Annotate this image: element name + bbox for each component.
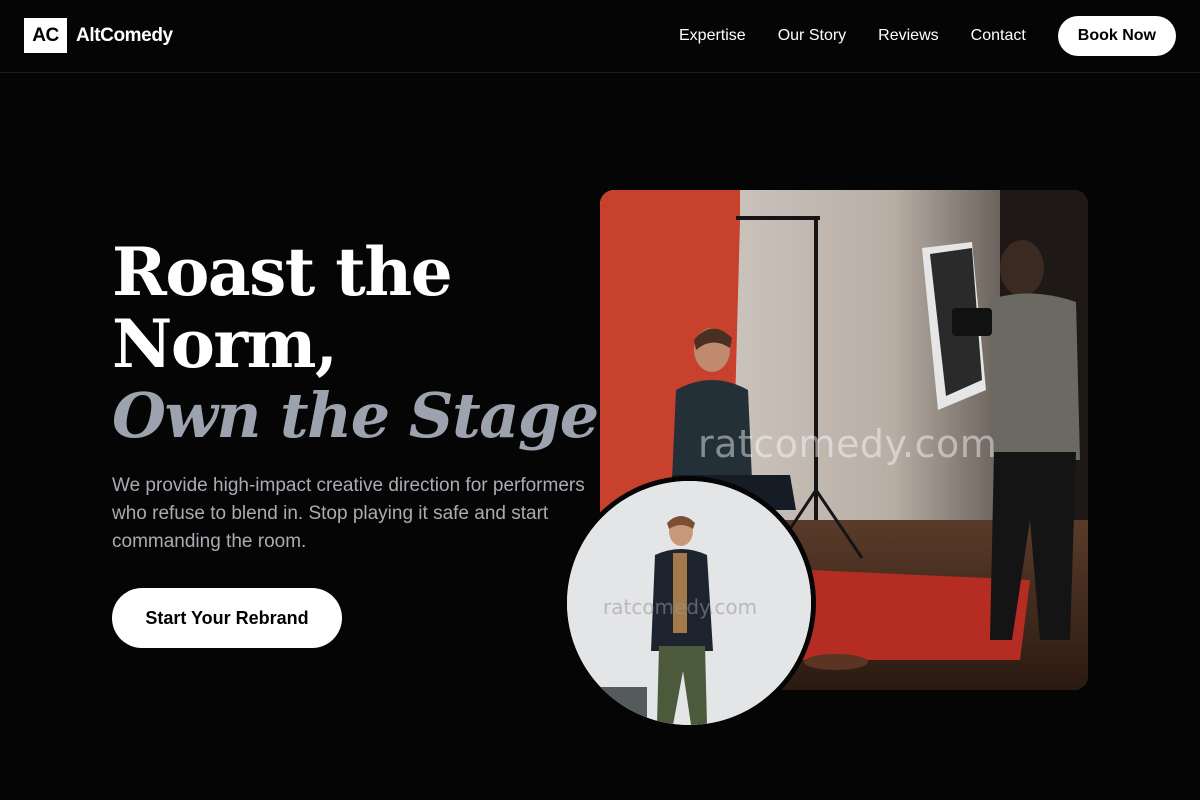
nav-link-expertise[interactable]: Expertise [679, 16, 746, 56]
headline-line-1: Roast the [112, 233, 453, 311]
nav-link-contact[interactable]: Contact [971, 16, 1026, 56]
headline-line-2: Norm, [112, 305, 338, 383]
nav-link-reviews[interactable]: Reviews [878, 16, 938, 56]
hero-headline: Roast the Norm, Own the Stage. [112, 233, 619, 452]
book-now-button[interactable]: Book Now [1057, 16, 1176, 56]
inset-portrait: ratcomedy.com [562, 476, 816, 730]
main-nav: Expertise Our Story Reviews Contact Book… [679, 16, 1176, 56]
site-header: AC AltComedy Expertise Our Story Reviews… [0, 0, 1200, 73]
headline-accent: Own the Stage. [112, 379, 619, 452]
inset-watermark: ratcomedy.com [603, 595, 758, 619]
nav-link-our-story[interactable]: Our Story [778, 16, 846, 56]
logo[interactable]: AC AltComedy [24, 18, 173, 53]
photo-watermark: ratcomedy.com [698, 422, 998, 466]
start-rebrand-button[interactable]: Start Your Rebrand [112, 588, 342, 648]
logo-mark: AC [24, 18, 67, 53]
logo-text: AltComedy [76, 24, 173, 46]
hero-subtext: We provide high-impact creative directio… [112, 475, 585, 552]
